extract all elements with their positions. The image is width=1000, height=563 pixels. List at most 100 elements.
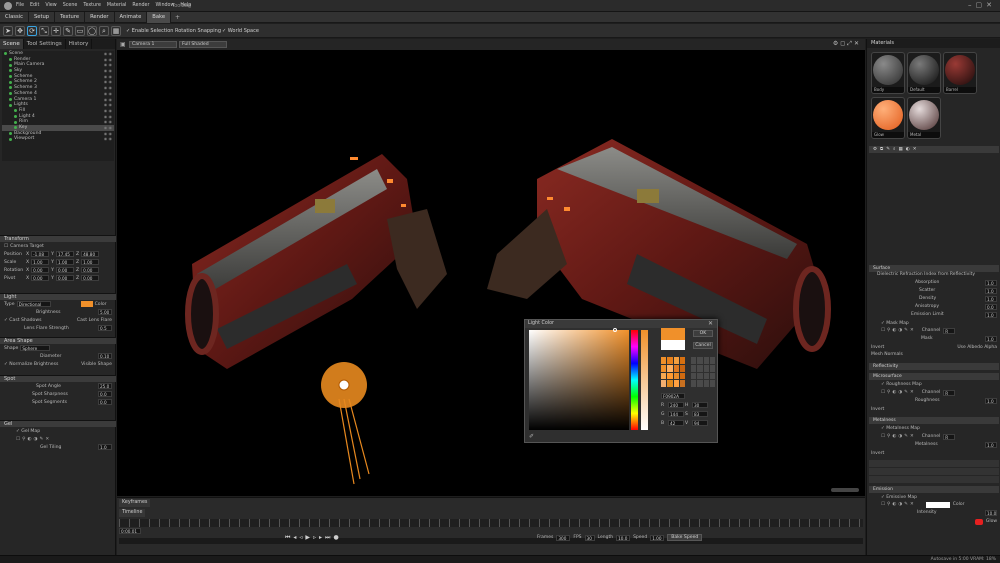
left-tab-tool-settings[interactable]: Tool Settings xyxy=(24,39,66,49)
paint-tool-icon[interactable]: ✎ xyxy=(63,26,73,36)
custom-swatch[interactable] xyxy=(709,372,715,380)
current-time-field[interactable]: 0:00.01 xyxy=(119,528,141,534)
position-y-field[interactable]: 17.45 xyxy=(55,251,74,257)
menu-edit[interactable]: Edit xyxy=(30,3,39,11)
palette-swatch[interactable] xyxy=(679,357,685,364)
pivot-y-field[interactable]: 0.00 xyxy=(55,275,74,281)
roughness-map-tools-icon[interactable]: ☐⚲◐◑✎✕ xyxy=(881,390,916,395)
reflectivity-header[interactable]: Reflectivity xyxy=(869,363,999,370)
swatch-palette[interactable] xyxy=(661,357,685,387)
palette-swatch[interactable] xyxy=(661,357,667,364)
custom-swatch[interactable] xyxy=(691,364,697,372)
material-ball[interactable]: Default xyxy=(907,52,941,94)
custom-swatch[interactable] xyxy=(697,372,703,380)
search-tool-icon[interactable]: ⌕ xyxy=(99,26,109,36)
custom-swatch[interactable] xyxy=(709,364,715,372)
emission-header[interactable]: Emission xyxy=(869,486,999,493)
gel-header[interactable]: Gel xyxy=(0,420,116,427)
roughness-channel-dropdown[interactable]: R xyxy=(943,389,956,396)
mask-map-checkbox[interactable]: ✓ Mask Map xyxy=(881,321,909,326)
red-field[interactable]: 240 xyxy=(668,402,684,408)
material-ball[interactable]: Metal xyxy=(907,97,941,139)
spot-sharpness-field[interactable]: 0.0 xyxy=(98,391,112,397)
spot-segments-field[interactable]: 0.0 xyxy=(98,399,112,405)
enable-selection-toggle[interactable]: ✓ Enable Selection xyxy=(126,28,173,34)
workspace-tab-texture[interactable]: Texture xyxy=(55,12,86,23)
microsurface-header[interactable]: Microsurface xyxy=(869,373,999,380)
custom-swatch[interactable] xyxy=(703,364,709,372)
metalness-header[interactable]: Metalness xyxy=(869,417,999,424)
length-field[interactable]: 10.0 xyxy=(616,534,631,541)
gel-map-tools-icon[interactable]: ☐⚲◐◑✎✕ xyxy=(16,437,51,442)
shape-dropdown[interactable]: Sphere xyxy=(20,345,51,351)
rotation-x-field[interactable]: 0.00 xyxy=(31,267,50,273)
palette-swatch[interactable] xyxy=(667,364,673,372)
menu-file[interactable]: File xyxy=(16,3,24,11)
hex-field[interactable]: F0902A xyxy=(661,393,685,399)
lasso-tool-icon[interactable]: ◯ xyxy=(87,26,97,36)
workspace-tab-render[interactable]: Render xyxy=(85,12,115,23)
rotate-tool-icon[interactable]: ⟳ xyxy=(27,26,37,36)
mask-field[interactable]: 1.0 xyxy=(985,335,997,342)
scale-z-field[interactable]: 1.00 xyxy=(81,259,100,265)
glow-color-swatch[interactable] xyxy=(974,518,983,525)
cast-shadows-checkbox[interactable]: ✓ Cast Shadows xyxy=(4,318,42,323)
speed-field[interactable]: 1.00 xyxy=(650,534,665,541)
metalness-field[interactable]: 1.0 xyxy=(985,441,997,448)
palette-swatch[interactable] xyxy=(673,364,679,372)
palette-swatch[interactable] xyxy=(679,364,685,372)
position-z-field[interactable]: 48.80 xyxy=(81,251,100,257)
select-tool-icon[interactable]: ➤ xyxy=(3,26,13,36)
timeline-track[interactable] xyxy=(119,538,863,544)
scale-y-field[interactable]: 1.00 xyxy=(55,259,74,265)
eyedropper-icon[interactable]: ✐ xyxy=(529,433,534,440)
palette-swatch[interactable] xyxy=(679,380,685,387)
fps-field[interactable]: 30 xyxy=(584,534,595,541)
material-tools-icon[interactable]: ⚙⧉✎⌕▦◐✕ xyxy=(873,147,920,152)
custom-swatch[interactable] xyxy=(697,364,703,372)
shading-mode-dropdown[interactable]: Full Shaded xyxy=(179,41,227,48)
palette-swatch[interactable] xyxy=(679,372,685,380)
custom-swatch[interactable] xyxy=(709,357,715,364)
palette-swatch[interactable] xyxy=(673,357,679,364)
camera-dropdown[interactable]: Camera 1 xyxy=(129,41,177,48)
left-tab-history[interactable]: History xyxy=(66,39,93,49)
playback-controls-icon[interactable]: ⏮◂◃▶▹▸⏭● xyxy=(285,534,342,542)
hue-field[interactable]: 30 xyxy=(692,402,708,408)
menu-scene[interactable]: Scene xyxy=(63,3,78,11)
rotation-z-field[interactable]: 0.00 xyxy=(81,267,100,273)
density-field[interactable]: 1.0 xyxy=(985,295,997,302)
frames-field[interactable]: 300 xyxy=(556,534,571,541)
light-color-swatch[interactable] xyxy=(80,301,93,307)
mask-channel-dropdown[interactable]: R xyxy=(943,327,956,334)
scene-tree-item[interactable]: Viewport ◉ ◉ xyxy=(2,136,114,142)
value-field[interactable]: 94 xyxy=(692,420,708,426)
invert-checkbox[interactable]: Invert xyxy=(871,345,884,350)
emission-limit-field[interactable]: 1.0 xyxy=(985,311,997,318)
palette-swatch[interactable] xyxy=(667,372,673,380)
area-shape-header[interactable]: Area Shape xyxy=(0,337,116,344)
mask-map-tools-icon[interactable]: ☐⚲◐◑✎✕ xyxy=(881,328,916,333)
palette-swatch[interactable] xyxy=(661,372,667,380)
diameter-field[interactable]: 0.10 xyxy=(98,353,112,359)
scale-tool-icon[interactable]: ⤡ xyxy=(39,26,49,36)
material-ball[interactable]: Barrel xyxy=(943,52,977,94)
custom-swatch[interactable] xyxy=(709,380,715,387)
scatter-field[interactable]: 1.0 xyxy=(985,287,997,294)
left-tab-scene[interactable]: Scene xyxy=(0,39,24,49)
brightness-field[interactable]: 5.00 xyxy=(98,309,112,315)
color-picker-cursor[interactable] xyxy=(613,328,617,332)
grid-tool-icon[interactable]: ▦ xyxy=(111,26,121,36)
spot-header[interactable]: Spot xyxy=(0,375,116,382)
anisotropy-field[interactable]: 0.0 xyxy=(985,303,997,310)
light-gizmo[interactable] xyxy=(321,362,370,485)
menu-render[interactable]: Render xyxy=(132,3,149,11)
3d-viewport[interactable] xyxy=(117,39,865,496)
menu-view[interactable]: View xyxy=(45,3,56,11)
material-ball[interactable]: Glow xyxy=(871,97,905,139)
world-space-toggle[interactable]: ✓ World Space xyxy=(222,28,259,34)
palette-swatch[interactable] xyxy=(661,380,667,387)
type-dropdown[interactable]: Directional xyxy=(16,301,51,307)
timeline-ruler[interactable] xyxy=(119,519,863,527)
gel-tiling-field[interactable]: 1.0 xyxy=(98,444,112,450)
